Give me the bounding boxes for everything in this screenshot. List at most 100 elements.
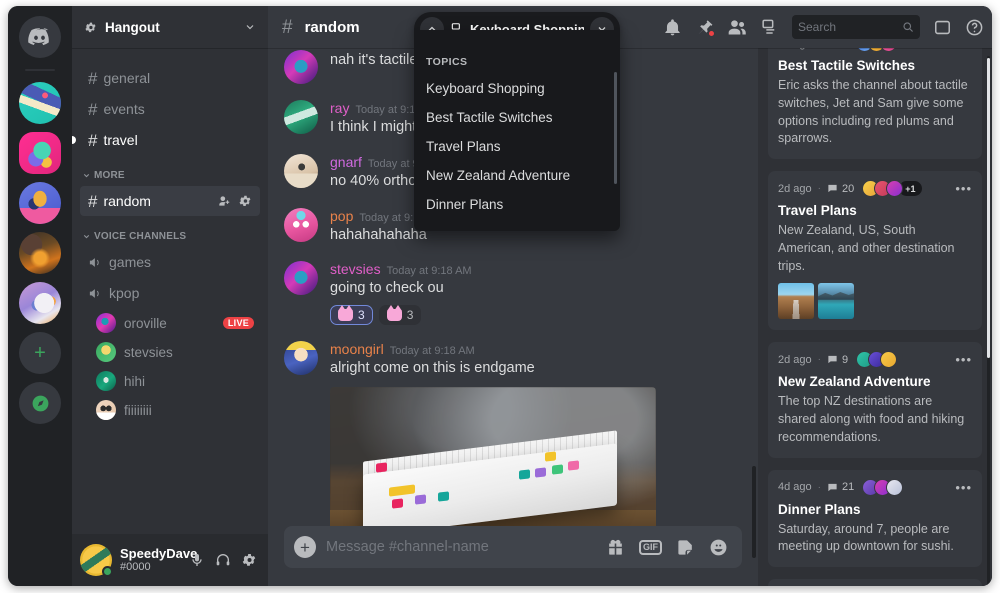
hash-icon: # bbox=[282, 16, 293, 38]
image-keycap bbox=[437, 491, 449, 502]
gear-icon[interactable] bbox=[238, 194, 252, 208]
count-value: 20 bbox=[842, 182, 855, 195]
thread-card[interactable]: 3h ago · 7 ••• Best Tactile S bbox=[768, 48, 982, 159]
topic-item-new-zealand-adventure[interactable]: New Zealand Adventure bbox=[414, 161, 620, 190]
voice-member-stevsies[interactable]: stevsies bbox=[90, 338, 260, 366]
avatar[interactable] bbox=[284, 50, 318, 84]
thread-message-count: 21 bbox=[827, 481, 854, 493]
server-icon-5[interactable] bbox=[19, 282, 61, 324]
sidebar-channel-general[interactable]: # general bbox=[80, 63, 260, 93]
search-box[interactable] bbox=[792, 15, 920, 39]
sticker-icon[interactable] bbox=[676, 538, 695, 557]
reaction-pill[interactable]: 3 bbox=[378, 305, 422, 325]
help-icon[interactable] bbox=[965, 18, 984, 37]
avatar[interactable] bbox=[284, 261, 318, 296]
category-more[interactable]: MORE bbox=[72, 156, 268, 185]
message-author[interactable]: ray bbox=[330, 100, 349, 117]
server-icon-2-selected[interactable] bbox=[19, 132, 61, 174]
reaction-pill[interactable]: 3 bbox=[330, 305, 373, 325]
sidebar-channel-random[interactable]: # random bbox=[80, 186, 260, 216]
topic-item-keyboard-shopping[interactable]: Keyboard Shopping bbox=[414, 74, 620, 103]
mic-icon[interactable] bbox=[186, 549, 208, 571]
thread-description: The top NZ destinations are shared along… bbox=[778, 394, 965, 444]
message-author[interactable]: stevsies bbox=[330, 261, 381, 278]
add-member-icon[interactable] bbox=[217, 194, 231, 208]
category-label: VOICE CHANNELS bbox=[94, 231, 187, 242]
avatar[interactable] bbox=[284, 341, 318, 375]
attach-plus-icon[interactable]: + bbox=[294, 536, 316, 558]
message-composer: + GIF bbox=[268, 526, 758, 586]
chat-scrollbar[interactable] bbox=[752, 466, 756, 558]
thread-options-icon[interactable]: ••• bbox=[955, 48, 972, 50]
image-keycap bbox=[414, 494, 426, 506]
thread-participants bbox=[856, 351, 898, 369]
sidebar-channel-travel[interactable]: # travel bbox=[72, 125, 260, 155]
voice-member-oroville[interactable]: oroville LIVE bbox=[90, 309, 260, 337]
gift-icon[interactable] bbox=[606, 538, 625, 557]
rail-separator bbox=[25, 69, 55, 71]
message-author[interactable]: moongirl bbox=[330, 341, 384, 358]
message-author[interactable]: pop bbox=[330, 208, 353, 225]
server-icon-1[interactable] bbox=[19, 82, 61, 124]
server-header[interactable]: Hangout bbox=[72, 6, 268, 48]
avatar[interactable] bbox=[284, 153, 318, 188]
gear-icon[interactable] bbox=[238, 549, 260, 571]
reaction-count: 3 bbox=[406, 308, 414, 322]
server-icon-3[interactable] bbox=[19, 182, 61, 224]
thumbnail-road[interactable] bbox=[778, 283, 814, 320]
thumbnail-lake[interactable] bbox=[818, 283, 854, 320]
voice-member-fiiiiiiii[interactable]: fiiiiiiii bbox=[90, 396, 260, 424]
thread-options-icon[interactable]: ••• bbox=[955, 481, 972, 494]
thread-card[interactable]: 4d ago · 21 ••• Dinner Plans Saturday, a… bbox=[768, 469, 982, 567]
avatar[interactable] bbox=[284, 100, 318, 134]
thread-participants bbox=[856, 48, 898, 52]
thread-card[interactable]: 2d ago · 20 +1 ••• Travel Plans New Zeal… bbox=[768, 171, 982, 331]
members-icon[interactable] bbox=[727, 17, 747, 37]
message-header: stevsies Today at 9:18 AM bbox=[330, 261, 742, 278]
search-input[interactable] bbox=[798, 20, 898, 34]
thread-options-icon[interactable]: ••• bbox=[955, 182, 972, 195]
thread-participants bbox=[862, 478, 904, 496]
topic-item-dinner-plans[interactable]: Dinner Plans bbox=[414, 190, 620, 219]
sidebar-voice-games[interactable]: games bbox=[80, 247, 260, 277]
content-row: nah it's tactile for ray Today at 9:18 A… bbox=[268, 48, 992, 586]
sidebar-channel-events[interactable]: # events bbox=[80, 94, 260, 124]
thread-meta: 3h ago · 7 ••• bbox=[778, 48, 972, 52]
voice-member-name: hihi bbox=[124, 373, 146, 389]
headphones-icon[interactable] bbox=[212, 549, 234, 571]
avatar[interactable] bbox=[284, 207, 318, 242]
topic-item-travel-plans[interactable]: Travel Plans bbox=[414, 132, 620, 161]
message-input[interactable] bbox=[326, 539, 596, 555]
emoji-icon[interactable] bbox=[709, 538, 728, 557]
server-icon-4[interactable] bbox=[19, 232, 61, 274]
chevron-down-icon bbox=[83, 173, 90, 178]
avatar[interactable] bbox=[80, 544, 113, 577]
pin-icon[interactable] bbox=[695, 18, 715, 37]
thread-card[interactable]: 2d ago · 9 ••• New Zealand Adventure The… bbox=[768, 342, 982, 458]
add-server-button[interactable]: + bbox=[19, 332, 61, 374]
image-keycap bbox=[545, 451, 557, 462]
sidebar-voice-kpop[interactable]: kpop bbox=[80, 278, 260, 308]
thread-title: Best Tactile Switches bbox=[778, 58, 916, 73]
threads-scrollbar-thumb[interactable] bbox=[987, 58, 990, 358]
inbox-icon[interactable] bbox=[933, 18, 952, 37]
topic-item-best-tactile-switches[interactable]: Best Tactile Switches bbox=[414, 103, 620, 132]
category-voice-channels[interactable]: VOICE CHANNELS bbox=[72, 217, 268, 246]
message-attachment-image[interactable] bbox=[330, 386, 656, 526]
thread-options-icon[interactable]: ••• bbox=[955, 353, 972, 366]
voice-member-name: oroville bbox=[124, 315, 167, 331]
explore-servers-button[interactable] bbox=[19, 382, 61, 424]
thread-description: Eric asks the channel about tactile swit… bbox=[778, 78, 968, 146]
bell-icon[interactable] bbox=[663, 18, 682, 37]
gif-button[interactable]: GIF bbox=[639, 539, 662, 555]
thread-card[interactable]: 4d ago · 7 +1 ••• bbox=[768, 579, 982, 586]
threads-icon[interactable] bbox=[760, 18, 779, 37]
topics-menu-scrollbar[interactable] bbox=[614, 72, 617, 184]
voice-member-hihi[interactable]: hihi bbox=[90, 367, 260, 395]
hash-icon: # bbox=[88, 191, 98, 211]
main-area: # random Search nah it's tactile for ray… bbox=[268, 6, 992, 586]
discord-home-button[interactable] bbox=[19, 16, 61, 58]
user-identity[interactable]: SpeedyDave #0000 bbox=[120, 546, 197, 575]
composer-box[interactable]: + GIF bbox=[284, 526, 742, 568]
message-author[interactable]: gnarf bbox=[330, 154, 362, 171]
